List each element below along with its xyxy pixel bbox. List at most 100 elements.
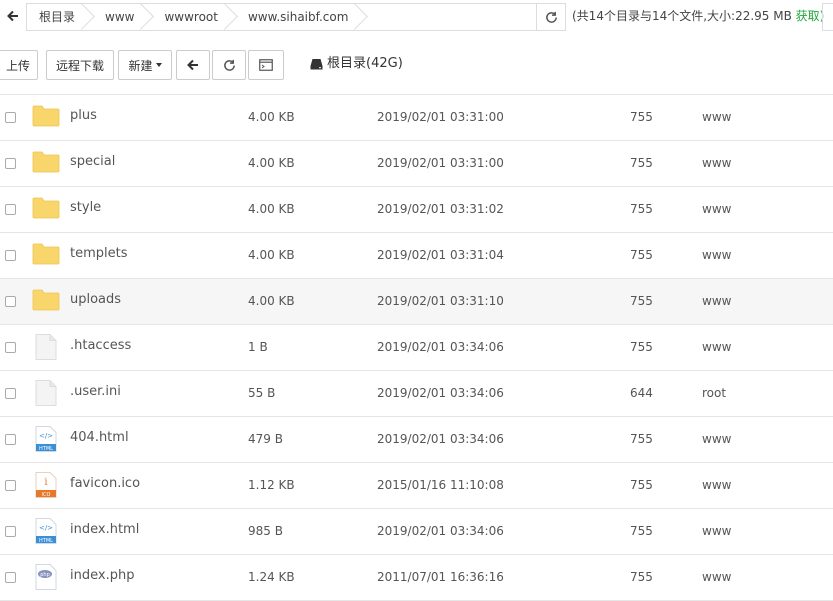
file-row[interactable]: </> HTML index.html 985 B 2019/02/01 03:3… bbox=[0, 509, 833, 555]
file-permission[interactable]: 755 bbox=[630, 248, 653, 262]
file-name[interactable]: plus bbox=[70, 108, 97, 123]
back-button[interactable] bbox=[0, 3, 26, 29]
row-checkbox[interactable] bbox=[5, 250, 16, 261]
folder-icon bbox=[32, 104, 60, 130]
file-modified-time: 2019/02/01 03:34:06 bbox=[377, 386, 504, 400]
file-owner: www bbox=[702, 340, 732, 354]
file-permission[interactable]: 755 bbox=[630, 570, 653, 584]
file-name[interactable]: uploads bbox=[70, 292, 121, 307]
row-checkbox[interactable] bbox=[5, 572, 16, 583]
remote-download-button[interactable]: 远程下载 bbox=[46, 50, 114, 80]
file-owner: www bbox=[702, 524, 732, 538]
refresh-icon bbox=[545, 11, 557, 23]
arrow-left-icon bbox=[7, 10, 18, 22]
file-permission[interactable]: 755 bbox=[630, 524, 653, 538]
file-name[interactable]: .htaccess bbox=[70, 338, 131, 353]
file-row[interactable]: </> HTML 404.html 479 B 2019/02/01 03:34:… bbox=[0, 417, 833, 463]
row-checkbox[interactable] bbox=[5, 158, 16, 169]
file-row[interactable]: .user.ini 55 B 2019/02/01 03:34:06 644 r… bbox=[0, 371, 833, 417]
breadcrumb-item-www[interactable]: www bbox=[93, 4, 152, 30]
file-name[interactable]: special bbox=[70, 154, 115, 169]
caret-down-icon bbox=[155, 63, 162, 67]
file-permission[interactable]: 755 bbox=[630, 340, 653, 354]
new-label: 新建 bbox=[128, 58, 153, 73]
row-checkbox[interactable] bbox=[5, 296, 16, 307]
row-checkbox[interactable] bbox=[5, 434, 16, 445]
row-checkbox[interactable] bbox=[5, 480, 16, 491]
file-size: 479 B bbox=[248, 432, 283, 446]
file-row[interactable]: .htaccess 1 B 2019/02/01 03:34:06 755 ww… bbox=[0, 325, 833, 371]
file-icon bbox=[32, 380, 60, 406]
breadcrumb-item-root[interactable]: 根目录 bbox=[27, 4, 93, 30]
file-size: 1.12 KB bbox=[248, 478, 295, 492]
file-name[interactable]: templets bbox=[70, 246, 128, 261]
file-name[interactable]: index.php bbox=[70, 568, 134, 583]
file-row[interactable]: style 4.00 KB 2019/02/01 03:31:02 755 ww… bbox=[0, 187, 833, 233]
file-row[interactable]: php index.php 1.24 KB 2011/07/01 16:36:1… bbox=[0, 555, 833, 601]
row-checkbox[interactable] bbox=[5, 526, 16, 537]
file-owner: www bbox=[702, 202, 732, 216]
file-size: 4.00 KB bbox=[248, 156, 295, 170]
file-row[interactable]: special 4.00 KB 2019/02/01 03:31:00 755 … bbox=[0, 141, 833, 187]
php-file-icon: php bbox=[32, 564, 60, 590]
path-refresh-button[interactable] bbox=[536, 3, 566, 31]
svg-text:HTML: HTML bbox=[39, 446, 53, 452]
folder-icon bbox=[32, 288, 60, 314]
html-file-icon: </> HTML bbox=[32, 426, 60, 452]
file-owner: www bbox=[702, 110, 732, 124]
svg-text:ICO: ICO bbox=[42, 492, 51, 498]
remote-download-label: 远程下载 bbox=[55, 58, 104, 73]
file-row[interactable]: plus 4.00 KB 2019/02/01 03:31:00 755 www bbox=[0, 95, 833, 141]
file-permission[interactable]: 755 bbox=[630, 294, 653, 308]
hard-drive-icon bbox=[310, 59, 323, 70]
terminal-button[interactable] bbox=[248, 50, 284, 80]
file-permission[interactable]: 755 bbox=[630, 432, 653, 446]
file-modified-time: 2019/02/01 03:31:02 bbox=[377, 202, 504, 216]
breadcrumb-item-wwwroot[interactable]: wwwroot bbox=[152, 4, 236, 30]
file-modified-time: 2015/01/16 11:10:08 bbox=[377, 478, 504, 492]
get-size-link[interactable]: 获取) bbox=[796, 9, 825, 23]
terminal-icon bbox=[259, 59, 273, 71]
breadcrumb: 根目录 www wwwroot www.sihaibf.com bbox=[26, 3, 538, 31]
file-modified-time: 2019/02/01 03:34:06 bbox=[377, 432, 504, 446]
toolbar: 上传 远程下载 新建 根目录(42G) bbox=[0, 50, 833, 80]
file-owner: www bbox=[702, 156, 732, 170]
new-dropdown-button[interactable]: 新建 bbox=[118, 50, 172, 80]
arrow-left-icon bbox=[187, 59, 198, 71]
file-modified-time: 2011/07/01 16:36:16 bbox=[377, 570, 504, 584]
file-owner: www bbox=[702, 294, 732, 308]
path-bar: 根目录 www wwwroot www.sihaibf.com (共14个目录与… bbox=[0, 0, 833, 32]
summary-text: (共14个目录与14个文件,大小:22.95 MB bbox=[572, 9, 792, 23]
file-size: 4.00 KB bbox=[248, 202, 295, 216]
row-checkbox[interactable] bbox=[5, 342, 16, 353]
root-disk-label[interactable]: 根目录(42G) bbox=[310, 50, 403, 78]
row-checkbox[interactable] bbox=[5, 388, 16, 399]
file-name[interactable]: 404.html bbox=[70, 430, 129, 445]
file-modified-time: 2019/02/01 03:31:00 bbox=[377, 110, 504, 124]
file-size: 4.00 KB bbox=[248, 294, 295, 308]
row-checkbox[interactable] bbox=[5, 112, 16, 123]
path-bar-edge bbox=[822, 3, 833, 31]
file-name[interactable]: favicon.ico bbox=[70, 476, 140, 491]
upload-button[interactable]: 上传 bbox=[0, 50, 38, 80]
file-permission[interactable]: 755 bbox=[630, 110, 653, 124]
file-owner: www bbox=[702, 248, 732, 262]
breadcrumb-item-site[interactable]: www.sihaibf.com bbox=[236, 4, 366, 30]
file-row[interactable]: templets 4.00 KB 2019/02/01 03:31:04 755… bbox=[0, 233, 833, 279]
file-permission[interactable]: 755 bbox=[630, 478, 653, 492]
ico-file-icon: i ICO bbox=[32, 472, 60, 498]
file-name[interactable]: style bbox=[70, 200, 101, 215]
file-name[interactable]: index.html bbox=[70, 522, 139, 537]
file-modified-time: 2019/02/01 03:31:04 bbox=[377, 248, 504, 262]
file-permission[interactable]: 755 bbox=[630, 202, 653, 216]
svg-text:i: i bbox=[44, 477, 47, 488]
file-name[interactable]: .user.ini bbox=[70, 384, 121, 399]
row-checkbox[interactable] bbox=[5, 204, 16, 215]
file-permission[interactable]: 644 bbox=[630, 386, 653, 400]
back-dir-button[interactable] bbox=[176, 50, 210, 80]
file-permission[interactable]: 755 bbox=[630, 156, 653, 170]
file-row[interactable]: i ICO favicon.ico 1.12 KB 2015/01/16 11:1… bbox=[0, 463, 833, 509]
file-row[interactable]: uploads 4.00 KB 2019/02/01 03:31:10 755 … bbox=[0, 279, 833, 325]
file-modified-time: 2019/02/01 03:34:06 bbox=[377, 524, 504, 538]
refresh-button[interactable] bbox=[212, 50, 246, 80]
